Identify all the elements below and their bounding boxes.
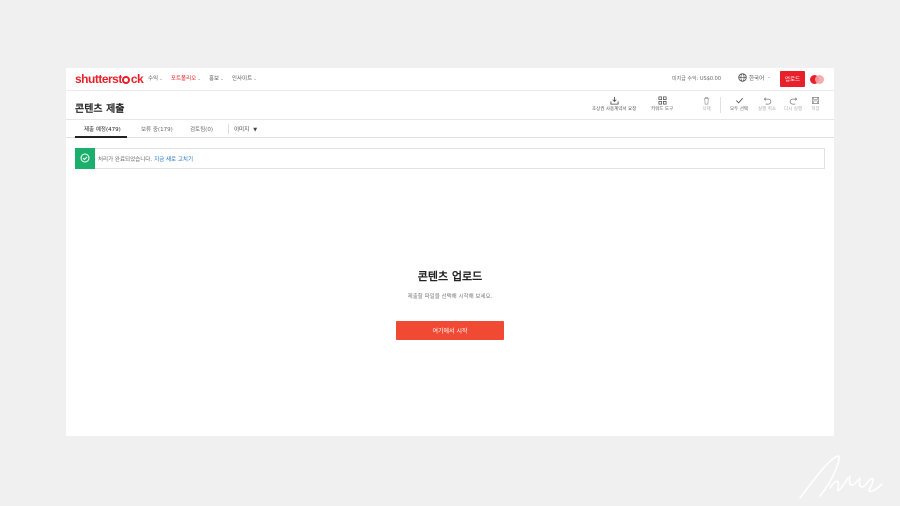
tab-on-hold[interactable]: 보류 중(179) xyxy=(141,125,173,133)
tab-pending[interactable]: 제출 예정(479) xyxy=(84,125,121,133)
undo-button[interactable]: 실행 취소 xyxy=(758,96,776,112)
page-header: 콘텐츠 제출 초상권 사용계약서 요청 키워드 도구 삭제 모두 선택 실행 취… xyxy=(66,91,834,120)
page-title: 콘텐츠 제출 xyxy=(75,104,125,115)
unpaid-earnings: 미지급 수익: US$0.00 xyxy=(672,76,722,82)
empty-state-title: 콘텐츠 업로드 xyxy=(417,270,483,283)
redo-button[interactable]: 다시 실행 xyxy=(784,96,802,112)
top-nav: shutterst ck 수익⌄ 포트폴리오⌄ 홍보⌄ 인사이트⌄ 미지급 수익:… xyxy=(66,68,834,91)
logo-ring-icon xyxy=(122,76,131,84)
redo-icon xyxy=(789,97,797,105)
menu-item-portfolio[interactable]: 포트폴리오⌄ xyxy=(171,74,201,82)
undo-icon xyxy=(763,97,771,105)
alert-message: 처리가 완료되었습니다. xyxy=(98,156,153,163)
check-circle-icon xyxy=(75,147,95,169)
success-alert: 처리가 완료되었습니다. 지금 새로 고치기 xyxy=(75,147,825,169)
delete-button[interactable]: 삭제 xyxy=(702,96,711,112)
active-tab-indicator xyxy=(75,136,127,138)
tab-reviewed[interactable]: 검토됨(0) xyxy=(190,125,213,133)
media-type-dropdown[interactable]: 이미지 ▼ xyxy=(234,125,257,133)
trash-icon xyxy=(703,96,710,105)
caret-down-icon: ▼ xyxy=(253,127,258,133)
download-tray-icon xyxy=(610,96,619,105)
menu-item-promote[interactable]: 홍보⌄ xyxy=(209,74,224,82)
globe-icon xyxy=(738,73,747,82)
language-selector[interactable]: 한국어 ⌄ xyxy=(738,73,771,82)
account-avatar[interactable] xyxy=(810,75,824,84)
save-button[interactable]: 저장 xyxy=(811,96,820,112)
upload-button[interactable]: 업로드 xyxy=(780,71,805,87)
select-all-button[interactable]: 모두 선택 xyxy=(730,96,748,112)
app-frame: shutterst ck 수익⌄ 포트폴리오⌄ 홍보⌄ 인사이트⌄ 미지급 수익:… xyxy=(66,68,834,436)
toolbar-divider xyxy=(720,97,721,113)
release-request-button[interactable]: 초상권 사용계약서 요청 xyxy=(592,96,636,112)
status-tabs: 제출 예정(479) 보류 중(179) 검토됨(0) 이미지 ▼ xyxy=(66,120,834,138)
grid-icon xyxy=(658,96,667,105)
keyword-tool-button[interactable]: 키워드 도구 xyxy=(651,96,673,112)
check-icon xyxy=(735,97,743,104)
floppy-icon xyxy=(811,96,820,105)
start-here-button[interactable]: 여기에서 시작 xyxy=(396,321,504,340)
refresh-now-link[interactable]: 지금 새로 고치기 xyxy=(154,155,193,163)
signature-watermark xyxy=(799,455,883,499)
empty-state-subtitle: 제출할 파일을 선택해 시작해 보세요. xyxy=(407,294,493,300)
shutterstock-logo[interactable]: shutterst ck xyxy=(75,72,144,86)
tab-divider xyxy=(228,124,229,134)
menu-item-insights[interactable]: 인사이트⌄ xyxy=(232,74,257,82)
main-menu: 수익⌄ 포트폴리오⌄ 홍보⌄ 인사이트⌄ xyxy=(148,74,257,82)
menu-item-earnings[interactable]: 수익⌄ xyxy=(148,74,163,82)
